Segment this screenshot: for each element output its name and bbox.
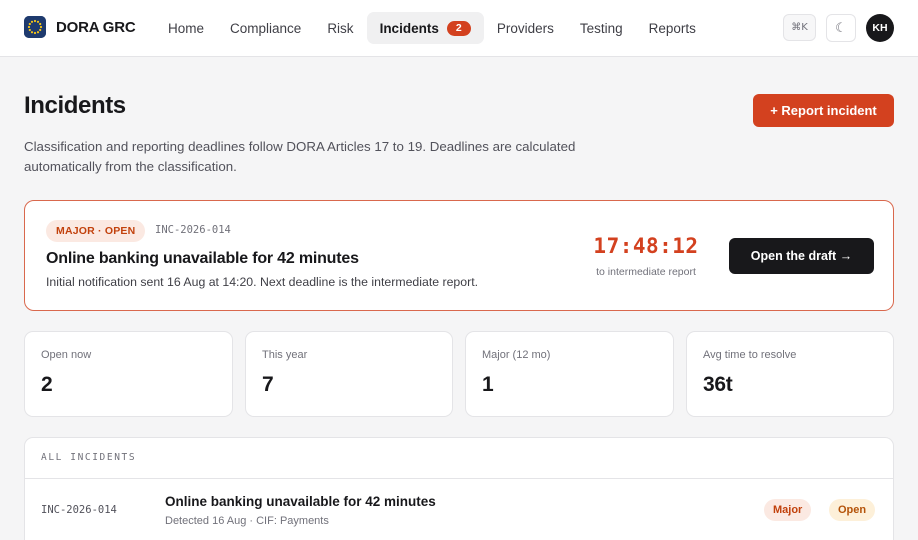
list-header: ALL INCIDENTS <box>25 438 893 479</box>
stat-label: Major (12 mo) <box>482 349 551 361</box>
command-palette-button[interactable]: ⌘K <box>783 14 816 41</box>
incidents-count-badge: 2 <box>446 20 471 36</box>
stat-value: 36t <box>703 373 733 396</box>
nav-providers-label: Providers <box>496 20 554 36</box>
nav-providers[interactable]: Providers <box>484 12 567 44</box>
report-incident-button[interactable]: + Report incident <box>753 94 894 127</box>
nav-home[interactable]: Home <box>155 12 217 44</box>
stat-card-avg-resolve: Avg time to resolve 36t <box>686 331 894 417</box>
nav-compliance-label: Compliance <box>230 20 302 36</box>
stat-card-major: Major (12 mo) 1 <box>465 331 674 417</box>
status-badge: Open <box>829 499 876 521</box>
top-navigation-bar: DORA GRC Home Compliance Risk Incidents … <box>0 0 918 57</box>
nav-risk-label: Risk <box>327 20 354 36</box>
stat-label: Avg time to resolve <box>703 349 797 361</box>
theme-toggle-moon-icon[interactable]: ☾ <box>826 14 856 42</box>
stat-label: Open now <box>41 349 92 361</box>
app-name: DORA GRC <box>56 18 136 36</box>
stat-label: This year <box>262 349 308 361</box>
nav-incidents[interactable]: Incidents 2 <box>366 12 484 44</box>
nav-compliance[interactable]: Compliance <box>217 12 314 44</box>
eu-flag-icon <box>24 16 46 38</box>
stat-card-this-year: This year 7 <box>245 331 453 417</box>
stat-value: 2 <box>41 373 53 396</box>
nav-incidents-label: Incidents <box>379 20 439 36</box>
nav-risk[interactable]: Risk <box>314 12 366 44</box>
page-title: Incidents <box>24 92 126 119</box>
list-heading: ALL INCIDENTS <box>41 452 137 463</box>
incident-title: Online banking unavailable for 42 minute… <box>46 250 359 267</box>
severity-status-tag: MAJOR · OPEN <box>46 220 146 242</box>
brand[interactable]: DORA GRC <box>24 16 136 38</box>
stat-value: 1 <box>482 373 494 396</box>
stat-card-open-now: Open now 2 <box>24 331 233 417</box>
active-incident-alert: MAJOR · OPEN INC-2026-014 Online banking… <box>24 200 894 311</box>
nav-reports-label: Reports <box>648 20 696 36</box>
open-draft-button[interactable]: Open the draft → <box>729 238 874 274</box>
page-description: Classification and reporting deadlines f… <box>24 139 576 174</box>
row-meta: Detected 16 Aug · CIF: Payments <box>165 515 329 527</box>
nav-home-label: Home <box>168 20 205 36</box>
table-row[interactable]: INC-2026-014 Online banking unavailable … <box>25 479 893 540</box>
nav-testing-label: Testing <box>579 20 623 36</box>
deadline-countdown: 17:48:12 <box>593 234 699 258</box>
user-avatar[interactable]: KH <box>866 14 894 42</box>
row-title: Online banking unavailable for 42 minute… <box>165 494 436 509</box>
main-nav: Home Compliance Risk Incidents 2 Provide… <box>155 12 709 44</box>
incident-id: INC-2026-014 <box>155 224 231 236</box>
severity-badge: Major <box>764 499 812 521</box>
stat-value: 7 <box>262 373 274 396</box>
countdown-label: to intermediate report <box>596 266 696 278</box>
nav-reports[interactable]: Reports <box>636 12 709 44</box>
nav-testing[interactable]: Testing <box>567 12 636 44</box>
incident-subtitle: Initial notification sent 16 Aug at 14:2… <box>46 275 479 289</box>
row-incident-id: INC-2026-014 <box>41 504 117 516</box>
incidents-list: ALL INCIDENTS INC-2026-014 Online bankin… <box>24 437 894 540</box>
